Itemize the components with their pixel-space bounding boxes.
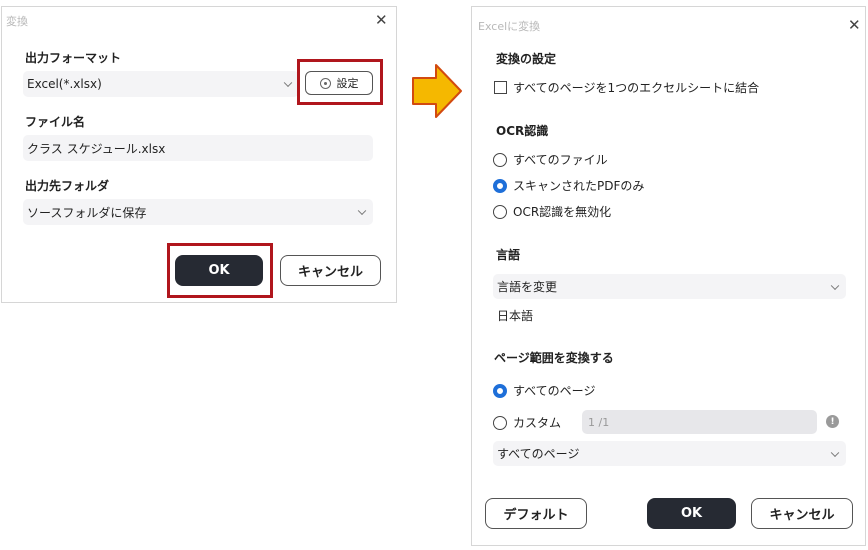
filename-label: ファイル名 (25, 115, 86, 129)
close-icon[interactable]: ✕ (375, 13, 388, 28)
page-range-all-label: すべてのページ (513, 384, 596, 398)
language-select-value: 言語を変更 (497, 280, 558, 294)
highlight-ok-button (167, 243, 273, 298)
ocr-option-label: OCR認識を無効化 (513, 205, 612, 219)
merge-sheets-label: すべてのページを1つのエクセルシートに結合 (513, 81, 760, 95)
radio-button[interactable] (493, 204, 507, 219)
output-format-select[interactable]: Excel(*.xlsx) (23, 71, 299, 97)
ocr-label: OCR認識 (496, 124, 549, 138)
radio-button[interactable] (493, 415, 507, 430)
close-icon[interactable]: ✕ (848, 18, 861, 33)
ocr-option-label: スキャンされたPDFのみ (513, 179, 645, 193)
radio-button[interactable] (493, 152, 507, 167)
checkbox-box[interactable] (494, 81, 507, 94)
filename-value: クラス スケジュール.xlsx (27, 141, 166, 156)
ocr-option-scanned-only[interactable]: スキャンされたPDFのみ (493, 177, 644, 194)
default-button-label: デフォルト (503, 508, 569, 523)
output-folder-value: ソースフォルダに保存 (27, 205, 147, 220)
language-select[interactable]: 言語を変更 (493, 274, 846, 299)
output-format-value: Excel(*.xlsx) (27, 77, 102, 91)
page-subset-select[interactable]: すべてのページ (493, 441, 846, 466)
custom-page-input[interactable]: 1 /1 (582, 410, 817, 434)
custom-page-placeholder: 1 /1 (588, 415, 610, 429)
ocr-option-all-files[interactable]: すべてのファイル (493, 151, 608, 168)
cancel-button[interactable]: キャンセル (751, 498, 853, 529)
chevron-down-icon (830, 448, 840, 457)
highlight-settings-button (297, 59, 383, 105)
page-range-custom[interactable]: カスタム (493, 414, 561, 431)
radio-button-selected[interactable] (493, 178, 507, 193)
excel-convert-dialog: Excelに変換 ✕ 変換の設定 すべてのページを1つのエクセルシートに結合 O… (471, 6, 866, 546)
radio-button-selected[interactable] (493, 383, 507, 398)
merge-sheets-checkbox[interactable]: すべてのページを1つのエクセルシートに結合 (494, 79, 759, 96)
default-button[interactable]: デフォルト (485, 498, 587, 529)
cancel-button-label: キャンセル (769, 508, 835, 523)
language-value: 日本語 (497, 309, 534, 323)
language-label: 言語 (496, 248, 521, 262)
output-folder-select[interactable]: ソースフォルダに保存 (23, 199, 373, 225)
page-range-all[interactable]: すべてのページ (493, 382, 595, 399)
chevron-down-icon (283, 78, 293, 88)
cancel-button[interactable]: キャンセル (280, 255, 381, 286)
cancel-button-label: キャンセル (297, 265, 363, 280)
info-icon: ! (826, 415, 839, 428)
dialog-title: 変換 (6, 15, 28, 28)
ok-button-label: OK (680, 506, 703, 521)
convert-settings-label: 変換の設定 (496, 52, 557, 66)
page-range-label: ページ範囲を変換する (494, 351, 614, 365)
ocr-option-disable[interactable]: OCR認識を無効化 (493, 203, 611, 220)
filename-input[interactable]: クラス スケジュール.xlsx (23, 135, 373, 161)
output-format-label: 出力フォーマット (25, 51, 122, 65)
page-range-custom-label: カスタム (513, 416, 562, 430)
output-folder-label: 出力先フォルダ (25, 179, 110, 193)
dialog-title: Excelに変換 (478, 20, 541, 33)
arrow-right-icon (412, 64, 462, 118)
ocr-option-label: すべてのファイル (513, 153, 608, 167)
page-subset-value: すべてのページ (497, 447, 580, 461)
chevron-down-icon (830, 281, 840, 290)
chevron-down-icon (357, 206, 367, 216)
ok-button[interactable]: OK (647, 498, 736, 529)
